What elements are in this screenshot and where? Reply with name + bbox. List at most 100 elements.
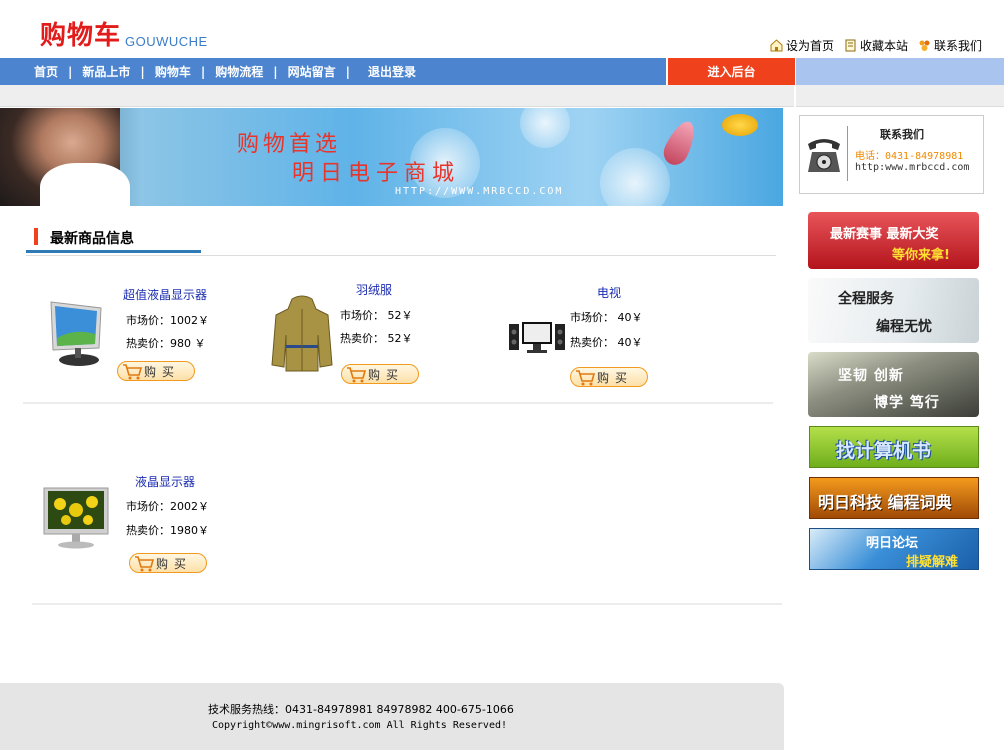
sub-bar-divider	[794, 85, 796, 107]
set-homepage-link[interactable]: 设为首页	[770, 37, 834, 54]
product-name[interactable]: 超值液晶显示器	[123, 286, 207, 303]
nav-guestbook[interactable]: 网站留言	[288, 63, 336, 80]
banner-slogan-line1: 购物首选	[237, 132, 342, 157]
banner-glow	[600, 148, 670, 206]
ad-line1: 明日论坛	[866, 536, 919, 551]
cart-icon	[135, 556, 155, 572]
product-name[interactable]: 羽绒服	[356, 281, 392, 298]
market-price: 市场价：2002￥	[126, 500, 209, 513]
ad-banner-books[interactable]: 找计算机书	[809, 426, 979, 468]
site-logo[interactable]: 购物车 GOUWUCHE	[40, 20, 208, 52]
ad-banner-dictionary[interactable]: 明日科技 编程词典	[809, 477, 979, 519]
section-underline	[26, 250, 201, 253]
product-image-tv[interactable]	[509, 320, 565, 356]
banner-petal	[722, 114, 758, 136]
main-nav: 首页 | 新品上市 | 购物车 | 购物流程 | 网站留言 | 退出登录	[0, 58, 666, 85]
top-links: 设为首页 收藏本站 联系我们	[770, 37, 982, 54]
buy-button[interactable]: 购买	[117, 361, 195, 381]
ad-banner-service[interactable]: 全程服务 编程无忧	[808, 278, 979, 343]
ad-banner-contest[interactable]: 最新赛事 最新大奖 等你来拿!	[808, 212, 979, 269]
banner-slogan-line2: 明日电子商城	[292, 161, 461, 186]
section-marker	[34, 228, 38, 245]
nav-separator: |	[273, 64, 278, 79]
telephone-icon	[808, 139, 840, 172]
cart-icon	[347, 367, 367, 383]
nav-new-products[interactable]: 新品上市	[82, 63, 130, 80]
bookmark-label: 收藏本站	[859, 39, 908, 53]
market-price: 市场价： 52￥	[340, 309, 413, 322]
row-divider	[32, 603, 782, 605]
ad-line2: 排疑解难	[906, 555, 959, 570]
nav-separator: |	[140, 64, 145, 79]
logo-text-en: GOUWUCHE	[125, 34, 208, 49]
ad-line1: 明日科技 编程词典	[818, 493, 952, 512]
hero-banner: 购物首选 明日电子商城 HTTP://WWW.MRBCCD.COM	[0, 108, 783, 206]
bookmark-icon	[845, 39, 856, 52]
product-card: 超值液晶显示器 市场价：1002￥ 热卖价：980 ￥ 购买	[40, 283, 220, 383]
ad-line2: 编程无忧	[876, 319, 932, 335]
sale-price: 热卖价：980 ￥	[126, 337, 206, 350]
set-homepage-label: 设为首页	[785, 39, 834, 53]
row-divider	[23, 402, 773, 404]
nav-separator: |	[68, 64, 73, 79]
buy-button[interactable]: 购买	[570, 367, 648, 387]
footer-copyright: Copyright©www.mingrisoft.com All Rights …	[212, 720, 508, 731]
nav-separator: |	[345, 64, 351, 79]
cart-icon	[123, 364, 143, 380]
section-title: 最新商品信息	[50, 231, 134, 247]
sale-price: 热卖价： 40￥	[570, 336, 643, 349]
contact-phone: 电话：0431-84978981	[855, 151, 964, 162]
banner-glow	[520, 108, 570, 148]
sub-bar	[0, 85, 1004, 107]
nav-cart[interactable]: 购物车	[155, 63, 191, 80]
ad-line1: 找计算机书	[836, 440, 932, 462]
ad-line1: 全程服务	[838, 291, 894, 307]
product-card: 液晶显示器 市场价：2002￥ 热卖价：1980￥ 购买	[40, 470, 220, 580]
nav-separator: |	[200, 64, 206, 79]
nav-right-bar	[796, 58, 1004, 85]
ad-line1: 最新赛事 最新大奖	[830, 227, 939, 242]
contact-divider	[847, 126, 848, 181]
contact-box: 联系我们 电话：0431-84978981 http:www.mrbccd.co…	[799, 115, 984, 194]
banner-model-shirt	[40, 163, 130, 206]
footer: 技术服务热线：0431-84978981 84978982 400-675-10…	[0, 683, 784, 750]
ad-banner-keyboard[interactable]: 坚韧 创新 博学 笃行	[808, 352, 979, 417]
product-name[interactable]: 液晶显示器	[135, 473, 195, 490]
sale-price: 热卖价：1980￥	[126, 524, 209, 537]
buy-button[interactable]: 购买	[341, 364, 419, 384]
buy-label: 购买	[144, 364, 181, 379]
nav-home[interactable]: 首页	[34, 63, 58, 80]
market-price: 市场价：1002￥	[126, 314, 209, 327]
buy-label: 购买	[597, 370, 634, 385]
product-card: 羽绒服 市场价： 52￥ 热卖价： 52￥ 购买	[262, 280, 442, 390]
nav-shopping-flow[interactable]: 购物流程	[215, 63, 263, 80]
bookmark-link[interactable]: 收藏本站	[844, 37, 908, 54]
ad-line2: 博学 笃行	[874, 395, 940, 411]
product-name[interactable]: 电视	[597, 284, 621, 301]
buy-label: 购买	[368, 367, 405, 382]
product-image-jacket[interactable]	[268, 295, 336, 373]
ad-line1: 坚韧 创新	[838, 368, 904, 384]
logo-text-cn: 购物车	[40, 21, 122, 51]
nav-logout[interactable]: 退出登录	[368, 63, 416, 80]
contact-us-label: 联系我们	[933, 39, 982, 53]
ad-line2: 等你来拿!	[892, 248, 950, 263]
banner-url: HTTP://WWW.MRBCCD.COM	[395, 186, 564, 197]
admin-button[interactable]: 进入后台	[668, 58, 795, 85]
product-image-lcd[interactable]	[42, 486, 110, 550]
product-card: 电视 市场价： 40￥ 热卖价： 40￥ 购买	[507, 282, 687, 392]
market-price: 市场价： 40￥	[570, 311, 643, 324]
contact-title: 联系我们	[880, 128, 924, 141]
buy-button[interactable]: 购买	[129, 553, 207, 573]
banner-petal	[659, 117, 701, 169]
footer-hotline: 技术服务热线：0431-84978981 84978982 400-675-10…	[208, 703, 514, 716]
cart-icon	[576, 370, 596, 386]
users-icon	[919, 40, 930, 51]
home-icon	[770, 39, 783, 52]
buy-label: 购买	[156, 556, 193, 571]
contact-us-link[interactable]: 联系我们	[918, 37, 982, 54]
ad-banner-forum[interactable]: 明日论坛 排疑解难	[809, 528, 979, 570]
contact-website[interactable]: http:www.mrbccd.com	[855, 162, 969, 173]
product-image-monitor[interactable]	[45, 298, 109, 368]
sale-price: 热卖价： 52￥	[340, 332, 413, 345]
